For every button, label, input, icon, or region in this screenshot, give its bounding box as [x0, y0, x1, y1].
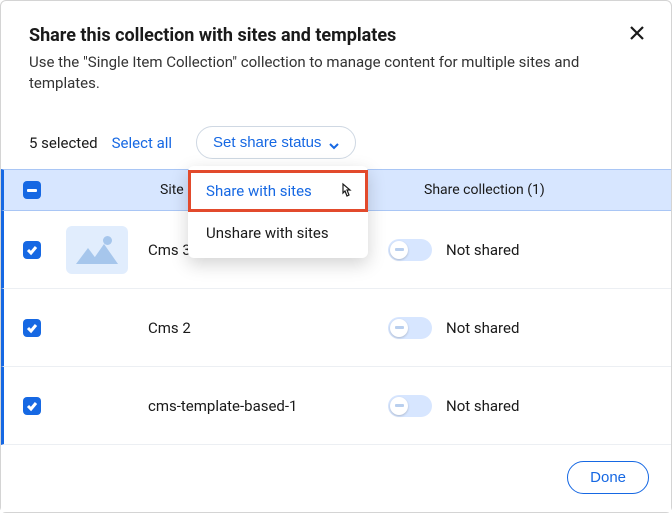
share-status-label: Not shared: [446, 319, 519, 337]
set-share-status-button[interactable]: Set share status: [196, 126, 356, 159]
menu-item-share-with-sites[interactable]: Share with sites: [188, 170, 368, 212]
modal-footer: Done: [1, 447, 671, 512]
share-toggle[interactable]: [388, 395, 432, 417]
site-thumbnail: [66, 226, 128, 274]
select-all-checkbox[interactable]: [23, 181, 41, 199]
modal-title: Share this collection with sites and tem…: [29, 25, 643, 46]
column-header-share: Share collection (1): [320, 182, 671, 198]
row-checkbox[interactable]: [23, 319, 41, 337]
table-row: Cms 2 Not shared: [1, 289, 671, 367]
share-status-menu: Share with sites Unshare with sites: [188, 166, 368, 258]
chevron-down-icon: [329, 138, 339, 148]
share-toggle[interactable]: [388, 317, 432, 339]
set-share-status-label: Set share status: [213, 134, 321, 151]
header-checkbox-cell: [4, 181, 60, 199]
row-checkbox[interactable]: [23, 241, 41, 259]
share-status-dropdown: Set share status Share with sites Unshar…: [196, 126, 356, 159]
controls-bar: 5 selected Select all Set share status S…: [1, 106, 671, 169]
modal-header: Share this collection with sites and tem…: [1, 1, 671, 106]
selected-count: 5 selected: [29, 134, 98, 152]
pointer-cursor-icon: [338, 182, 354, 200]
table-row: cms-template-based-1 Not shared: [1, 367, 671, 445]
done-button[interactable]: Done: [567, 461, 649, 494]
site-thumbnail: [66, 304, 128, 352]
share-status-label: Not shared: [446, 397, 519, 415]
site-name: Cms 2: [148, 319, 348, 337]
site-name: cms-template-based-1: [148, 397, 348, 415]
share-status-label: Not shared: [446, 241, 519, 259]
menu-item-share-label: Share with sites: [206, 182, 312, 200]
close-icon: [630, 26, 644, 40]
row-checkbox[interactable]: [23, 397, 41, 415]
modal-subtitle: Use the "Single Item Collection" collect…: [29, 52, 643, 94]
share-collection-modal: Share this collection with sites and tem…: [0, 0, 672, 513]
share-toggle[interactable]: [388, 239, 432, 261]
menu-item-unshare-with-sites[interactable]: Unshare with sites: [188, 212, 368, 254]
close-button[interactable]: [627, 23, 647, 43]
select-all-link[interactable]: Select all: [112, 134, 172, 152]
site-thumbnail: [66, 382, 128, 430]
